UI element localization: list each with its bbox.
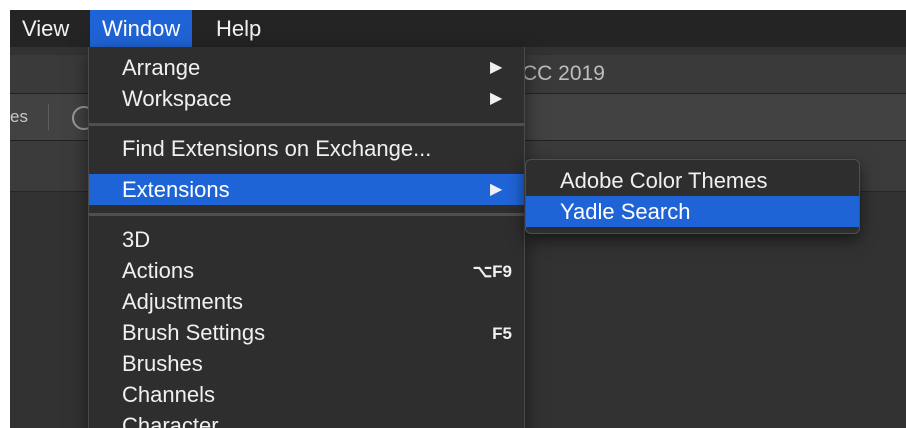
submenu-arrow-icon: ▶ <box>490 181 503 198</box>
menu-item-extensions[interactable]: Extensions ▶ <box>89 174 524 205</box>
menu-item-label: Actions <box>122 258 195 283</box>
menu-item-label: Adjustments <box>122 289 244 314</box>
photoshop-window: View Window Help CC 2019 es Arrange ▶ Wo… <box>10 10 906 428</box>
menu-item-label: 3D <box>122 227 151 252</box>
submenu-arrow-icon: ▶ <box>490 90 503 107</box>
menu-item-label: Workspace <box>122 86 232 111</box>
submenu-item-label: Yadle Search <box>560 199 691 224</box>
menu-item-actions[interactable]: Actions ⌥F9 <box>89 255 524 286</box>
menu-item-character[interactable]: Character <box>89 410 524 428</box>
menu-item-label: Brush Settings <box>122 320 266 345</box>
window-title: CC 2019 <box>522 62 605 85</box>
menu-item-channels[interactable]: Channels <box>89 379 524 410</box>
menu-bar: View Window Help <box>10 10 906 47</box>
options-label: es <box>10 107 28 126</box>
menu-item-label: Extensions <box>122 177 230 202</box>
extensions-submenu: Adobe Color Themes Yadle Search <box>525 159 860 234</box>
keyboard-shortcut: ⌥F9 <box>472 262 512 281</box>
menu-item-brushes[interactable]: Brushes <box>89 348 524 379</box>
menu-item-label: Find Extensions on Exchange... <box>122 136 432 161</box>
menu-help[interactable]: Help <box>204 10 273 47</box>
window-menu: Arrange ▶ Workspace ▶ Find Extensions on… <box>88 47 525 428</box>
submenu-arrow-icon: ▶ <box>490 59 503 76</box>
submenu-item-adobe-color-themes[interactable]: Adobe Color Themes <box>526 165 859 196</box>
submenu-item-yadle-search[interactable]: Yadle Search <box>526 196 859 227</box>
keyboard-shortcut: F5 <box>492 324 512 343</box>
submenu-item-label: Adobe Color Themes <box>560 168 768 193</box>
menu-item-label: Arrange <box>122 55 201 80</box>
menu-item-label: Brushes <box>122 351 203 376</box>
menu-item-3d[interactable]: 3D <box>89 224 524 255</box>
options-divider <box>48 104 49 130</box>
menu-item-label: Channels <box>122 382 215 407</box>
menu-divider <box>89 213 524 216</box>
menu-item-adjustments[interactable]: Adjustments <box>89 286 524 317</box>
menu-window[interactable]: Window <box>90 10 193 47</box>
menu-item-brush-settings[interactable]: Brush Settings F5 <box>89 317 524 348</box>
menu-item-find-extensions[interactable]: Find Extensions on Exchange... <box>89 133 524 164</box>
menu-view[interactable]: View <box>10 10 81 47</box>
menu-divider <box>89 123 524 126</box>
menu-item-arrange[interactable]: Arrange ▶ <box>89 52 524 83</box>
menu-item-label: Character <box>122 413 219 428</box>
menu-item-workspace[interactable]: Workspace ▶ <box>89 83 524 114</box>
